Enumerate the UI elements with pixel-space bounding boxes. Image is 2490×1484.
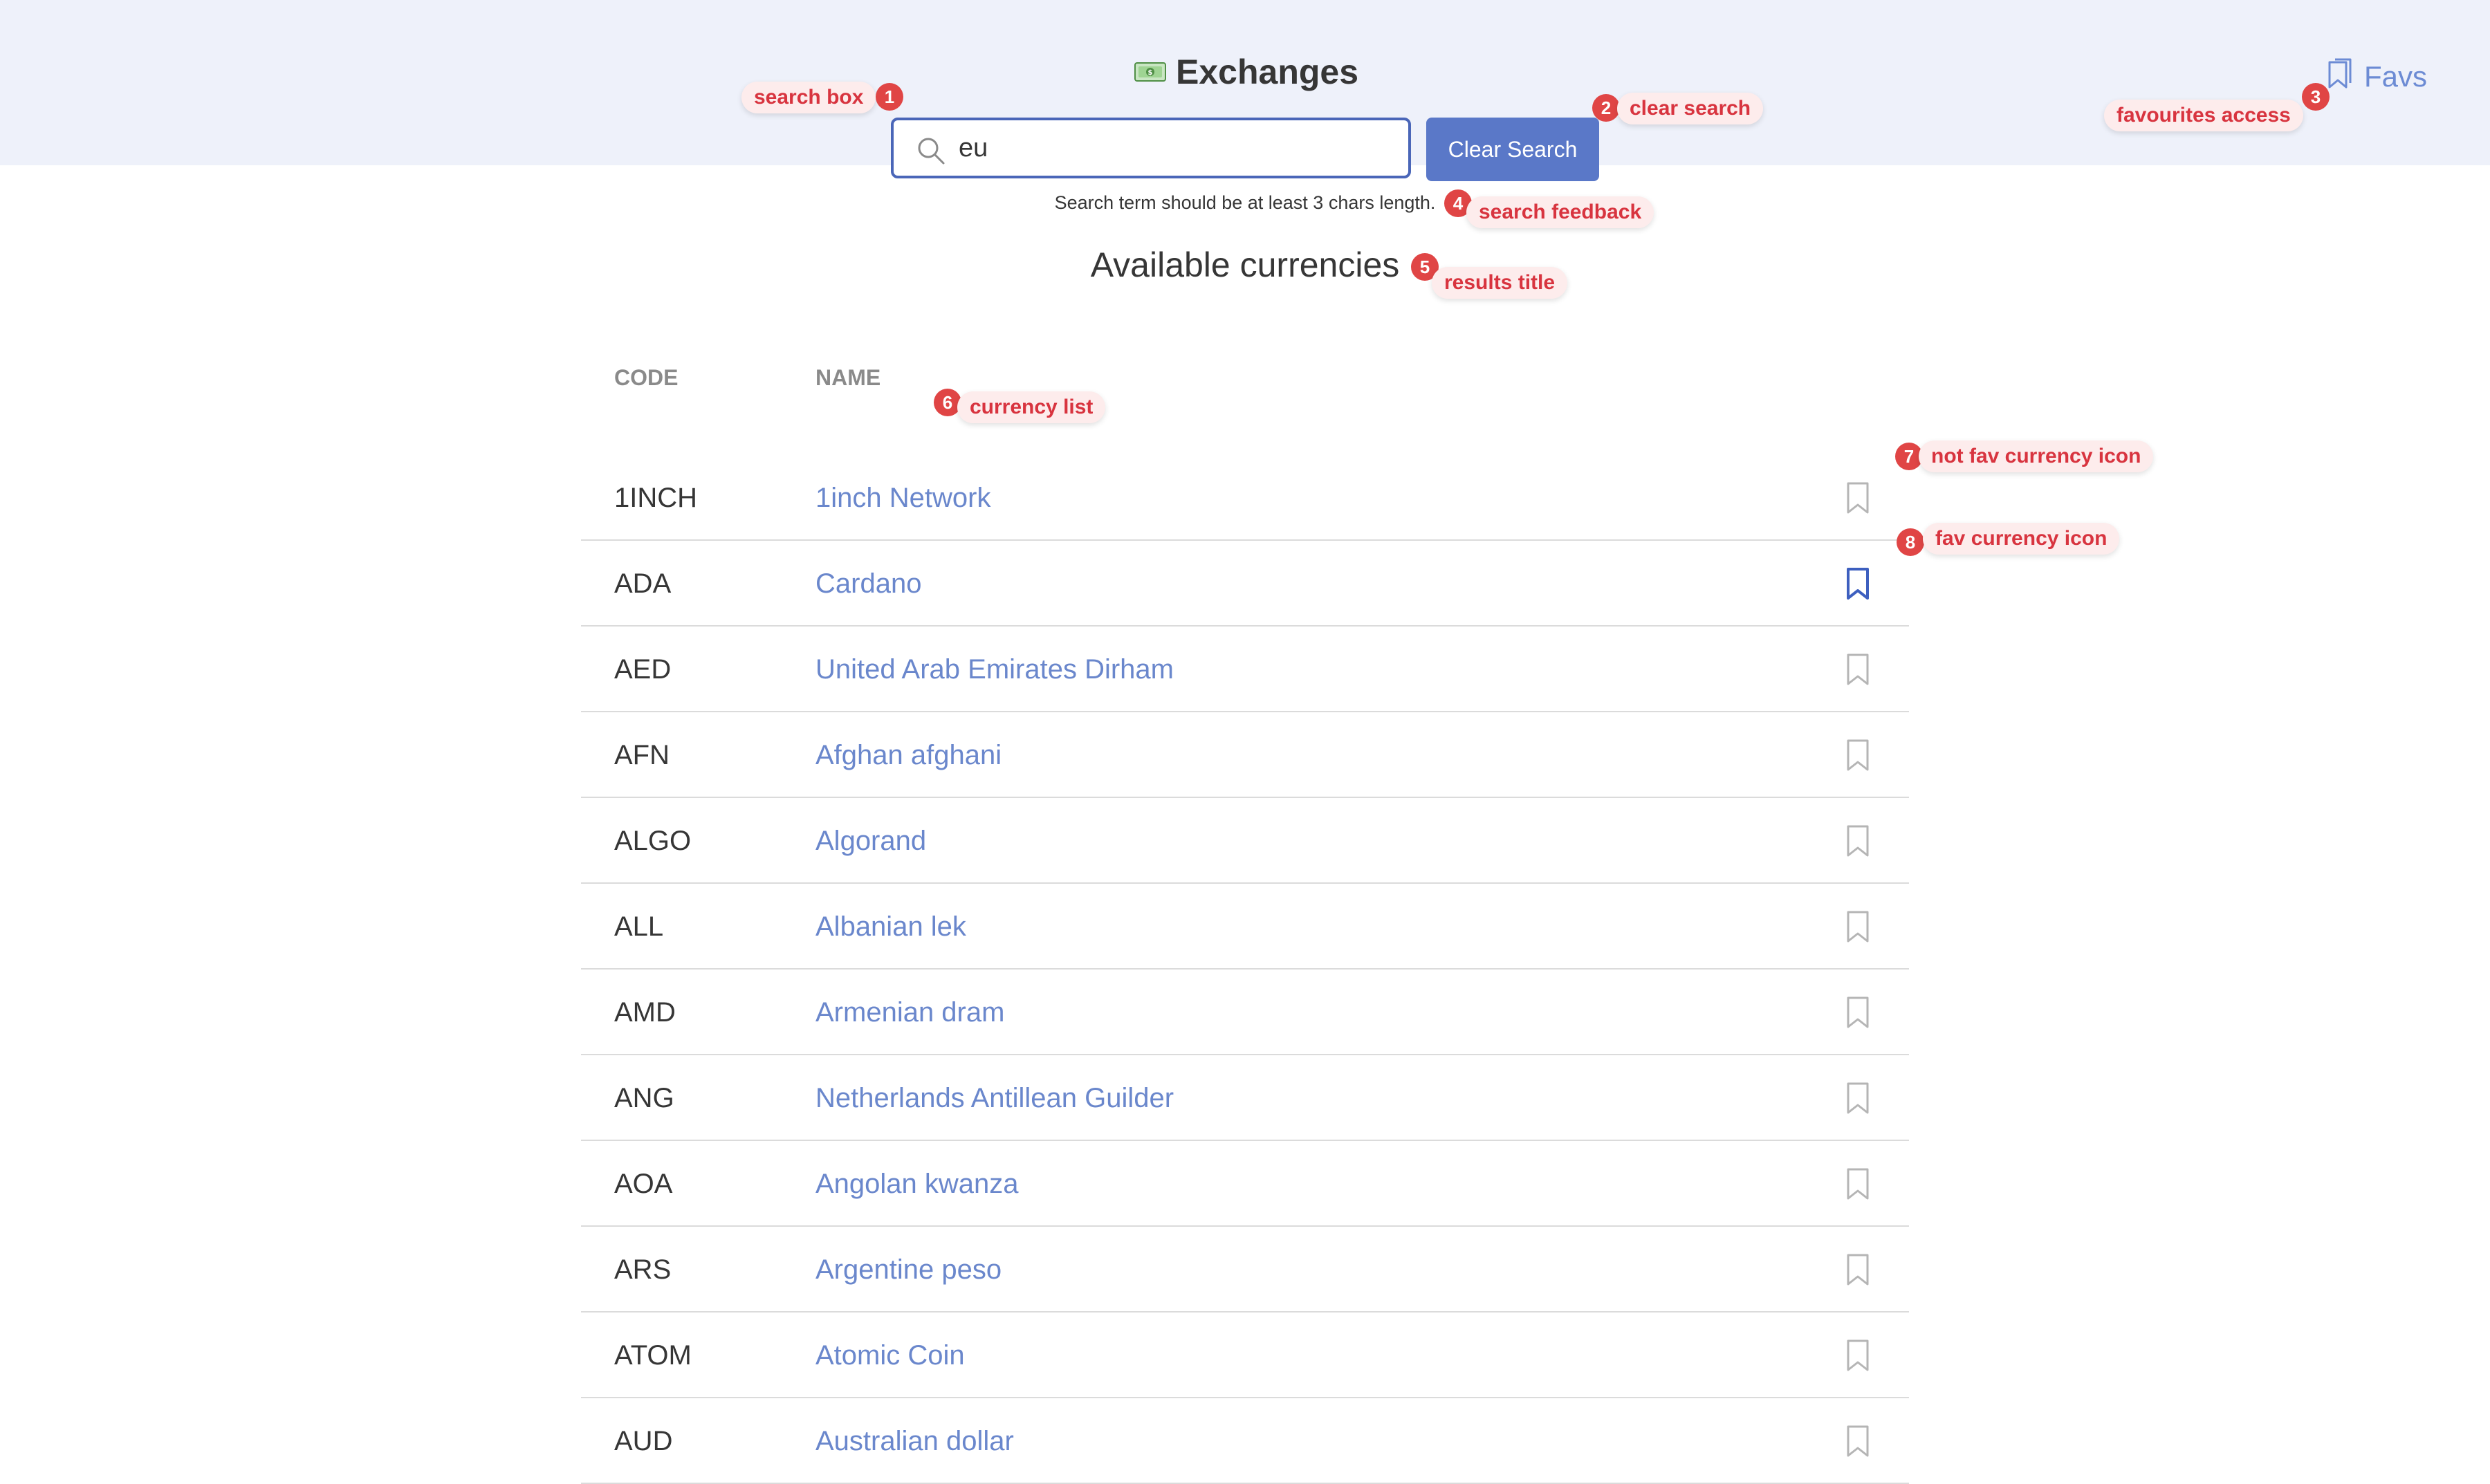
currency-row: ATOM Atomic Coin	[581, 1313, 1909, 1398]
column-header-name: NAME	[815, 365, 881, 390]
svg-text:$: $	[1148, 69, 1153, 77]
currency-code: AOA	[614, 1169, 673, 1199]
currency-name-link[interactable]: Angolan kwanza	[815, 1141, 1019, 1227]
currency-row: ANG Netherlands Antillean Guilder	[581, 1055, 1909, 1141]
currency-row: 1INCH 1inch Network	[581, 455, 1909, 541]
currency-code: ADA	[614, 568, 672, 599]
favs-label: Favs	[2364, 60, 2428, 93]
search-box[interactable]	[891, 118, 1411, 178]
currency-row: AED United Arab Emirates Dirham	[581, 627, 1909, 712]
favs-link[interactable]: Favs	[2325, 57, 2427, 97]
currency-code: AED	[614, 654, 672, 685]
annotation-marker: 3	[2302, 83, 2330, 111]
annotation-label: not fav currency icon	[1919, 440, 2154, 472]
currency-row: AFN Afghan afghani	[581, 712, 1909, 798]
annotation-marker: 8	[1897, 528, 1924, 556]
currency-row: AMD Armenian dram	[581, 970, 1909, 1055]
bookmark-icon[interactable]	[1845, 653, 1870, 689]
search-icon	[916, 136, 946, 169]
currency-name-link[interactable]: Afghan afghani	[815, 712, 1002, 798]
search-input[interactable]	[959, 130, 1387, 166]
currency-name-link[interactable]: United Arab Emirates Dirham	[815, 627, 1174, 712]
currency-name-link[interactable]: Algorand	[815, 798, 926, 884]
app-title: $ Exchanges	[1134, 50, 1358, 94]
annotation-label: favourites access	[2104, 100, 2303, 131]
currency-name-link[interactable]: 1inch Network	[815, 455, 990, 541]
currency-code: ANG	[614, 1083, 674, 1113]
annotation-label: fav currency icon	[1923, 523, 2120, 555]
column-header-code: CODE	[614, 365, 679, 390]
currency-row: ALGO Algorand	[581, 798, 1909, 884]
currency-name-link[interactable]: Atomic Coin	[815, 1313, 965, 1398]
currency-code: ALGO	[614, 826, 692, 856]
currency-row: AUD Australian dollar	[581, 1398, 1909, 1484]
app-header: $ Exchanges Favs Clear Search	[0, 0, 2490, 181]
search-feedback: Search term should be at least 3 chars l…	[1054, 192, 1436, 213]
bookmark-filled-icon[interactable]	[1845, 567, 1870, 604]
annotation-label: search box	[741, 82, 876, 113]
annotation-marker: 2	[1592, 94, 1620, 122]
bookmark-icon[interactable]	[1845, 1253, 1870, 1290]
currency-name-link[interactable]: Albanian lek	[815, 884, 966, 970]
currency-row: ADA Cardano	[581, 541, 1909, 627]
currency-name-link[interactable]: Cardano	[815, 541, 921, 627]
banknote-icon: $	[1134, 52, 1166, 92]
bookmark-icon[interactable]	[1845, 481, 1870, 518]
currency-code: AFN	[614, 740, 670, 770]
currency-name-link[interactable]: Australian dollar	[815, 1398, 1014, 1484]
bookmark-icon[interactable]	[1845, 739, 1870, 775]
bookmark-icon[interactable]	[1845, 1425, 1870, 1461]
currency-code: 1INCH	[614, 483, 698, 513]
currency-row: ALL Albanian lek	[581, 884, 1909, 970]
app-title-text: Exchanges	[1176, 53, 1359, 91]
annotation-label: currency list	[957, 391, 1106, 423]
bookmark-icon[interactable]	[1845, 996, 1870, 1032]
currency-name-link[interactable]: Argentine peso	[815, 1227, 1002, 1313]
annotation-marker: 1	[876, 83, 903, 111]
bookmarks-icon	[2325, 57, 2356, 97]
results-title: Available currencies	[1090, 245, 1400, 284]
annotation-label: results title	[1432, 267, 1568, 299]
currency-row: ARS Argentine peso	[581, 1227, 1909, 1313]
bookmark-icon[interactable]	[1845, 910, 1870, 947]
currency-name-link[interactable]: Armenian dram	[815, 970, 1004, 1055]
clear-search-button[interactable]: Clear Search	[1426, 118, 1599, 181]
bookmark-icon[interactable]	[1845, 1339, 1870, 1375]
bookmark-icon[interactable]	[1845, 1082, 1870, 1118]
currency-code: ATOM	[614, 1340, 692, 1371]
bookmark-icon[interactable]	[1845, 1167, 1870, 1204]
currency-code: ARS	[614, 1254, 672, 1285]
currency-name-link[interactable]: Netherlands Antillean Guilder	[815, 1055, 1174, 1141]
currency-code: ALL	[614, 911, 664, 942]
currency-code: AUD	[614, 1426, 673, 1456]
currency-row: AOA Angolan kwanza	[581, 1141, 1909, 1227]
annotation-label: search feedback	[1466, 196, 1654, 228]
bookmark-icon[interactable]	[1845, 824, 1870, 861]
annotation-label: clear search	[1617, 93, 1764, 124]
currency-code: AMD	[614, 997, 676, 1028]
